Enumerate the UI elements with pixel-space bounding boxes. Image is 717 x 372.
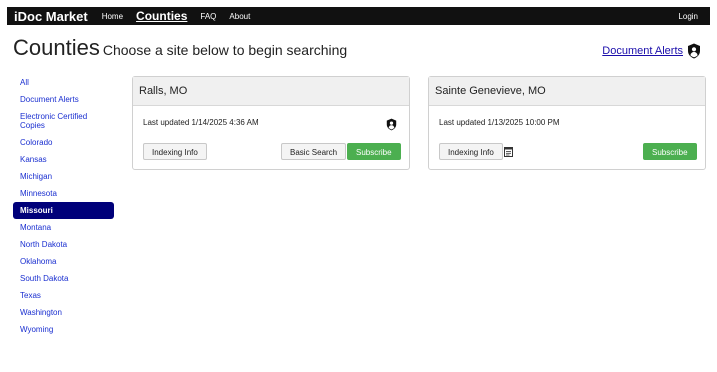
sidebar-item-electronic-certified-copies[interactable]: Electronic Certified Copies: [13, 108, 114, 134]
county-card-ralls: Ralls, MO Last updated 1/14/2025 4:36 AM…: [132, 76, 410, 170]
sidebar-item-document-alerts[interactable]: Document Alerts: [13, 91, 114, 108]
subscribe-button[interactable]: Subscribe: [643, 143, 697, 160]
nav-home[interactable]: Home: [102, 12, 123, 21]
nav-faq[interactable]: FAQ: [200, 12, 216, 21]
document-alerts-label: Document Alerts: [602, 45, 683, 57]
card-body: Last updated 1/14/2025 4:36 AM Indexing …: [133, 106, 409, 169]
top-navbar: iDoc Market Home Counties FAQ About Logi…: [7, 7, 710, 25]
document-alerts-link[interactable]: Document Alerts: [602, 43, 701, 59]
card-body: Last updated 1/13/2025 10:00 PM Indexing…: [429, 106, 705, 169]
shield-user-icon: [688, 43, 700, 59]
sidebar-item-colorado[interactable]: Colorado: [13, 134, 114, 151]
sidebar-item-kansas[interactable]: Kansas: [13, 151, 114, 168]
sidebar-item-missouri[interactable]: Missouri: [13, 202, 114, 219]
sidebar-item-montana[interactable]: Montana: [13, 219, 114, 236]
notepad-icon[interactable]: [504, 147, 513, 157]
county-name: Sainte Genevieve, MO: [429, 77, 705, 106]
county-card-sainte-genevieve: Sainte Genevieve, MO Last updated 1/13/2…: [428, 76, 706, 170]
sidebar-item-washington[interactable]: Washington: [13, 304, 114, 321]
shield-user-icon[interactable]: [386, 118, 397, 131]
login-link[interactable]: Login: [678, 12, 698, 21]
brand-logo[interactable]: iDoc Market: [14, 9, 88, 24]
indexing-info-button[interactable]: Indexing Info: [143, 143, 207, 160]
last-updated: Last updated 1/13/2025 10:00 PM: [439, 118, 560, 127]
sidebar-item-all[interactable]: All: [13, 74, 114, 91]
basic-search-button[interactable]: Basic Search: [281, 143, 347, 160]
sidebar-item-wyoming[interactable]: Wyoming: [13, 321, 114, 338]
nav-about[interactable]: About: [229, 12, 250, 21]
indexing-info-button[interactable]: Indexing Info: [439, 143, 503, 160]
nav-counties[interactable]: Counties: [136, 9, 187, 23]
sidebar-item-texas[interactable]: Texas: [13, 287, 114, 304]
county-name: Ralls, MO: [133, 77, 409, 106]
subscribe-button[interactable]: Subscribe: [347, 143, 401, 160]
sidebar-item-minnesota[interactable]: Minnesota: [13, 185, 114, 202]
page-subtitle: Choose a site below to begin searching: [102, 42, 348, 58]
sidebar-item-michigan[interactable]: Michigan: [13, 168, 114, 185]
sidebar-item-north-dakota[interactable]: North Dakota: [13, 236, 114, 253]
page-title-text: Counties: [13, 35, 100, 60]
sidebar-item-oklahoma[interactable]: Oklahoma: [13, 253, 114, 270]
sidebar: All Document Alerts Electronic Certified…: [13, 74, 114, 338]
page-title: Counties Choose a site below to begin sea…: [13, 35, 347, 61]
sidebar-item-south-dakota[interactable]: South Dakota: [13, 270, 114, 287]
last-updated: Last updated 1/14/2025 4:36 AM: [143, 118, 259, 127]
